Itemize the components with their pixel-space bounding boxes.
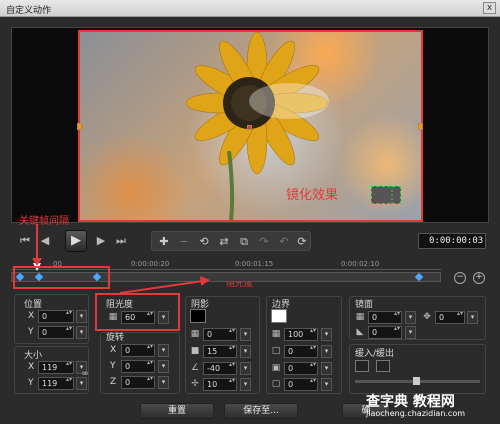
mirror-opacity-icon: ▦ [355, 312, 365, 322]
border-corner-input[interactable]: 0 [284, 378, 318, 391]
shadow-color-swatch[interactable] [190, 309, 206, 323]
shadow-blur-input[interactable]: 15 [203, 345, 237, 358]
size-y-input[interactable]: 119 [38, 377, 74, 390]
mirror-fade-dropdown[interactable]: ▾ [405, 326, 416, 339]
rotation-z-input[interactable]: 0 [121, 376, 155, 389]
fade-out-icon[interactable] [376, 360, 390, 372]
mirror-fade-input[interactable]: 0 [368, 326, 402, 339]
mirror-opacity-input[interactable]: 0 [368, 311, 402, 324]
mirror-opacity-dropdown[interactable]: ▾ [405, 311, 416, 324]
opacity-icon: ▦ [108, 312, 118, 322]
watermark-url: jiaocheng.chazidian.com [366, 409, 466, 418]
opacity-dropdown[interactable]: ▾ [158, 311, 169, 324]
link-icon[interactable]: ∞ [80, 369, 90, 379]
fade-slider-thumb[interactable] [413, 377, 420, 385]
size-y-label: Y [28, 378, 34, 388]
rotation-y-input[interactable]: 0 [121, 360, 155, 373]
border-width-icon: □ [271, 346, 281, 356]
opacity-label: 阻光度 [106, 300, 134, 310]
size-x-input[interactable]: 119 [38, 361, 74, 374]
position-x-dropdown[interactable]: ▾ [76, 310, 87, 323]
shadow-opacity-icon: ▦ [190, 329, 200, 339]
shadow-opacity-input[interactable]: 0 [203, 328, 237, 341]
shadow-blur-dropdown[interactable]: ▾ [240, 345, 251, 358]
size-x-label: X [28, 362, 35, 372]
position-y-label: Y [28, 327, 34, 337]
size-label: 大小 [24, 351, 43, 361]
opacity-input[interactable]: 60 [121, 311, 155, 324]
save-as-button[interactable]: 保存至... [224, 403, 298, 419]
position-x-input[interactable]: 0 [38, 310, 74, 323]
mirror-distance-input[interactable]: 0 [435, 311, 465, 324]
border-softness-icon: ▣ [271, 363, 281, 373]
shadow-blur-icon: ■ [190, 346, 200, 356]
border-width-input[interactable]: 0 [284, 345, 318, 358]
rotation-z-dropdown[interactable]: ▾ [158, 376, 169, 389]
shadow-angle-dropdown[interactable]: ▾ [240, 362, 251, 375]
rotation-z-label: Z [110, 377, 117, 387]
mirror-move-icon: ✥ [423, 312, 431, 322]
rotation-x-label: X [110, 345, 117, 355]
position-y-dropdown[interactable]: ▾ [76, 326, 87, 339]
border-softness-input[interactable]: 0 [284, 362, 318, 375]
watermark-title: 查字典 教程网 [366, 394, 455, 410]
rotation-x-input[interactable]: 0 [121, 344, 155, 357]
rotation-label: 旋转 [106, 333, 125, 343]
rotation-y-label: Y [110, 361, 116, 371]
shadow-angle-icon: ∠ [190, 363, 200, 373]
shadow-opacity-dropdown[interactable]: ▾ [240, 328, 251, 341]
mirror-fade-icon: ◣ [356, 327, 364, 337]
border-opacity-dropdown[interactable]: ▾ [321, 328, 332, 341]
mirror-distance-dropdown[interactable]: ▾ [467, 311, 478, 324]
border-color-swatch[interactable] [271, 309, 287, 323]
reset-button[interactable]: 重置 [140, 403, 214, 419]
border-corner-dropdown[interactable]: ▾ [321, 378, 332, 391]
border-softness-dropdown[interactable]: ▾ [321, 362, 332, 375]
position-label: 位置 [24, 300, 43, 310]
border-width-dropdown[interactable]: ▾ [321, 345, 332, 358]
shadow-distance-input[interactable]: 10 [203, 378, 237, 391]
fade-label: 缓入/缓出 [355, 349, 395, 359]
position-x-label: X [28, 311, 35, 321]
border-corner-icon: ▢ [271, 379, 281, 389]
border-opacity-icon: ▦ [271, 329, 281, 339]
mirror-label: 镜面 [355, 300, 374, 310]
position-y-input[interactable]: 0 [38, 326, 74, 339]
shadow-distance-icon: ✢ [191, 379, 199, 389]
shadow-distance-dropdown[interactable]: ▾ [240, 378, 251, 391]
rotation-y-dropdown[interactable]: ▾ [158, 360, 169, 373]
shadow-angle-input[interactable]: -40 [203, 362, 237, 375]
rotation-x-dropdown[interactable]: ▾ [158, 344, 169, 357]
border-opacity-input[interactable]: 100 [284, 328, 318, 341]
fade-in-icon[interactable] [355, 360, 369, 372]
